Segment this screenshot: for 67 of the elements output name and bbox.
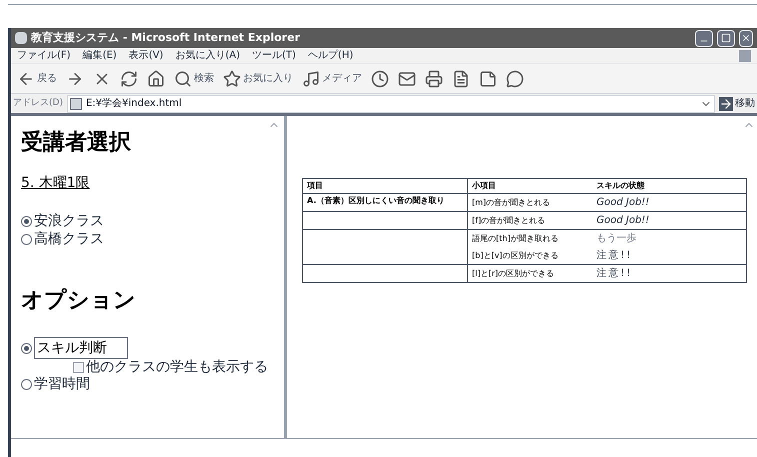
table-cell: A.（音素）区別しにくい音の聞き取り <box>307 196 444 205</box>
go-button[interactable]: 移動 <box>719 96 755 111</box>
class-option: 安浪クラス <box>34 212 104 230</box>
mail-icon <box>398 70 416 88</box>
menu-item[interactable]: ヘルプ(H) <box>308 48 354 63</box>
menu-item[interactable]: 編集(E) <box>82 48 117 63</box>
messenger-button[interactable] <box>506 70 524 88</box>
table-cell: [m]の音が聞きとれる <box>472 198 550 206</box>
mail-button[interactable] <box>398 70 416 88</box>
radio-button[interactable] <box>21 234 32 244</box>
favorites-button[interactable]: お気に入り <box>223 70 293 88</box>
print-button[interactable] <box>425 70 443 88</box>
skill-status: Good Job!! <box>596 197 650 208</box>
menu-item[interactable]: お気に入り(A) <box>175 48 240 63</box>
home-button[interactable] <box>147 70 165 88</box>
history-button[interactable] <box>371 70 389 88</box>
menu-item[interactable]: ファイル(F) <box>17 48 71 63</box>
document-icon <box>452 70 470 88</box>
radio-button[interactable] <box>21 216 32 226</box>
class-option: 高橋クラス <box>34 230 104 248</box>
close-button[interactable] <box>739 30 753 46</box>
window-title: 教育支援システム - Microsoft Internet Explorer <box>31 30 300 46</box>
skill-status: Good Job!! <box>596 215 650 226</box>
menu-item[interactable]: ツール(T) <box>252 48 296 63</box>
search-icon <box>174 70 192 88</box>
period-link[interactable]: 5. 木曜1限 <box>21 173 284 194</box>
minimize-button[interactable] <box>695 30 713 46</box>
speech-bubble-icon <box>506 70 524 88</box>
back-button[interactable]: 戻る <box>17 70 57 88</box>
refresh-icon <box>120 70 138 88</box>
maximize-icon <box>721 33 731 43</box>
column-header: 項目 <box>302 178 468 194</box>
music-icon <box>302 70 320 88</box>
note-button[interactable] <box>479 70 497 88</box>
browser-icon <box>15 32 27 44</box>
clock-icon <box>371 70 389 88</box>
star-icon <box>223 70 241 88</box>
skill-status: 注意!! <box>596 250 633 261</box>
close-icon <box>741 33 751 43</box>
search-button[interactable]: 検索 <box>174 70 214 88</box>
table-cell: [b]と[v]の区別ができる <box>472 250 558 260</box>
checkbox-label: 他のクラスの学生も表示する <box>86 359 268 375</box>
skill-status: 注意!! <box>596 268 633 279</box>
table-cell: 語尾の[th]が聞き取れる <box>472 234 558 242</box>
edit-button[interactable] <box>452 70 470 88</box>
table-cell: [f]の音が聞きとれる <box>472 216 546 224</box>
printer-icon <box>425 70 443 88</box>
page-icon <box>70 98 82 110</box>
address-field[interactable]: E:¥学会¥index.html <box>66 94 715 112</box>
home-icon <box>147 70 165 88</box>
column-header: スキルの状態 <box>592 178 746 194</box>
menu-item[interactable]: 表示(V) <box>128 48 164 63</box>
checkbox[interactable] <box>73 362 84 372</box>
option-label: 学習時間 <box>34 375 90 393</box>
address-label: アドレス(D) <box>13 96 63 110</box>
section-heading: オプション <box>21 287 137 315</box>
refresh-button[interactable] <box>120 70 138 88</box>
maximize-button[interactable] <box>717 30 735 46</box>
table-cell: [l]と[r]の区別ができる <box>472 268 554 278</box>
section-heading: 受講者選択 <box>21 129 132 157</box>
media-button[interactable]: メディア <box>302 70 362 88</box>
note-icon <box>479 70 497 88</box>
column-header: 小項目 <box>468 178 592 194</box>
radio-button[interactable] <box>21 378 32 390</box>
option-label: スキル判断 <box>34 337 128 359</box>
skill-status: もう一歩 <box>596 233 636 244</box>
radio-button[interactable] <box>21 342 32 354</box>
